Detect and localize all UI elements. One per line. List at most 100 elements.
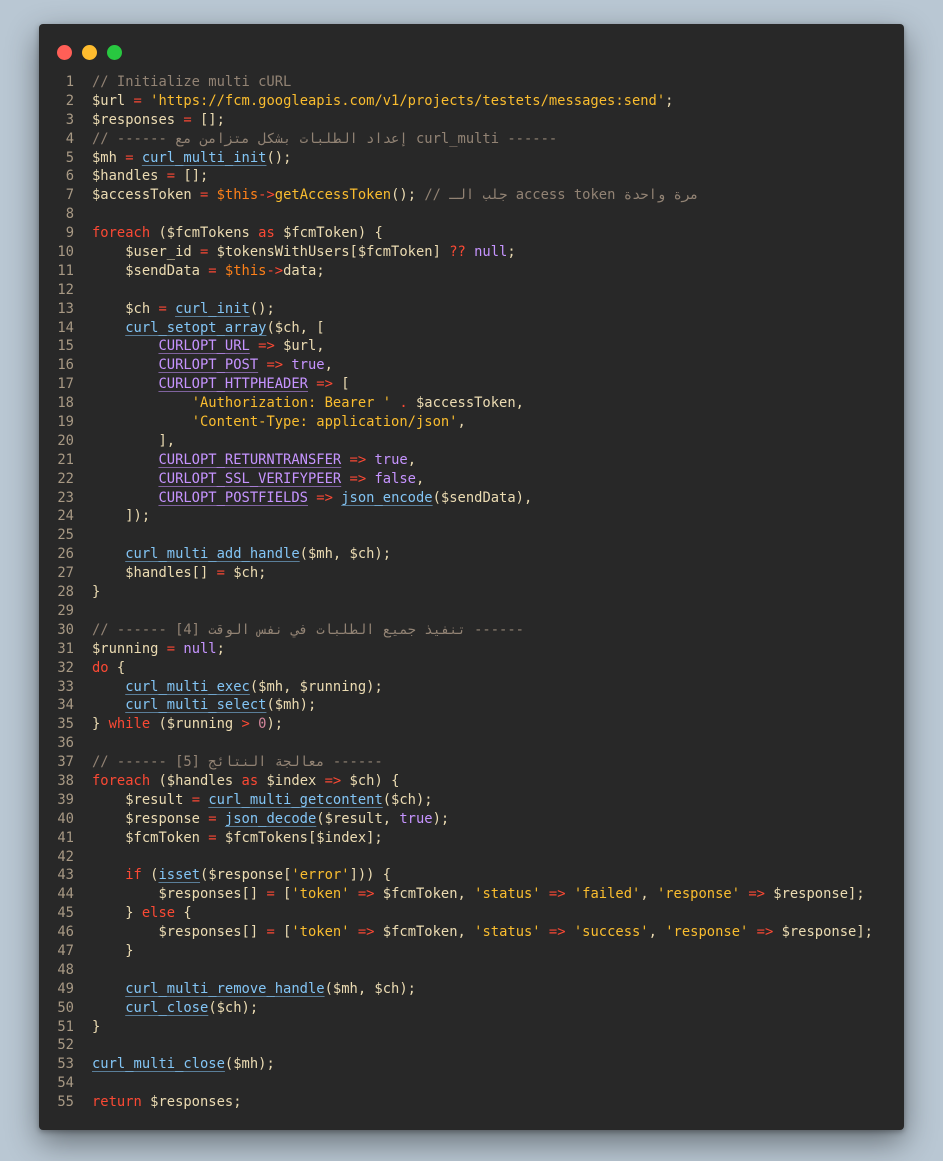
code-line: 3 $responses = []; bbox=[39, 111, 904, 130]
code-token: (); bbox=[249, 300, 275, 317]
code-text: CURLOPT_RETURNTRANSFER => true, bbox=[92, 452, 416, 468]
code-token: $tokensWithUsers[$fcmToken] bbox=[208, 244, 450, 261]
code-text: // ------ إعداد الطلبات بشكل متزامن مع c… bbox=[92, 131, 557, 147]
code-text: curl_multi_select($mh); bbox=[92, 697, 316, 713]
code-text: $handles = []; bbox=[92, 168, 208, 184]
code-token: 'https://fcm.googleapis.com/v1/projects/… bbox=[150, 92, 666, 109]
code-token: => bbox=[349, 470, 367, 487]
code-token: ])) { bbox=[349, 867, 392, 884]
line-number: 40 bbox=[57, 810, 74, 827]
code-token: = bbox=[266, 886, 275, 903]
code-line: 34 curl_multi_select($mh); bbox=[39, 696, 904, 715]
code-line: 7 $accessToken = $this->getAccessToken();… bbox=[39, 186, 904, 205]
code-line: 43 if (isset($response['error'])) { bbox=[39, 866, 904, 885]
code-line: 53 curl_multi_close($mh); bbox=[39, 1055, 904, 1074]
line-number: 13 bbox=[57, 300, 74, 317]
line-number: 23 bbox=[57, 489, 74, 506]
line-number: 17 bbox=[57, 376, 74, 393]
code-text: curl_multi_add_handle($mh, $ch); bbox=[92, 546, 391, 562]
code-token: 'token' bbox=[291, 924, 350, 941]
code-line: 27 $handles[] = $ch; bbox=[39, 564, 904, 583]
code-line: 33 curl_multi_exec($mh, $running); bbox=[39, 678, 904, 697]
line-number: 29 bbox=[57, 602, 74, 619]
code-text: $accessToken = $this->getAccessToken(); … bbox=[92, 187, 698, 203]
code-token: ); bbox=[432, 810, 450, 827]
code-token: $ch; bbox=[224, 565, 267, 582]
code-token: $responses[] bbox=[92, 924, 267, 941]
code-token: ?? bbox=[449, 244, 466, 261]
code-token: $user_id bbox=[92, 244, 200, 261]
code-token: data; bbox=[283, 262, 325, 279]
line-number: 34 bbox=[57, 697, 74, 714]
minimize-window-button[interactable] bbox=[82, 45, 97, 60]
code-token: 'failed' bbox=[573, 886, 641, 903]
code-line: 39 $result = curl_multi_getcontent($ch); bbox=[39, 791, 904, 810]
code-line: 6 $handles = []; bbox=[39, 167, 904, 186]
code-token: ($ch); bbox=[382, 791, 433, 808]
code-line: 23 CURLOPT_POSTFIELDS => json_encode($se… bbox=[39, 489, 904, 508]
code-token: 'error' bbox=[291, 867, 350, 884]
code-token: $fcmToken, bbox=[374, 886, 475, 903]
code-token: => bbox=[258, 338, 275, 355]
code-token: $responses[] bbox=[92, 886, 267, 903]
code-token: ( bbox=[141, 867, 159, 884]
line-number: 14 bbox=[57, 319, 74, 336]
code-token: ($fcmTokens bbox=[150, 225, 259, 242]
code-token: => bbox=[548, 924, 566, 941]
code-line: 38 foreach ($handles as $index => $ch) { bbox=[39, 772, 904, 791]
code-token: = bbox=[133, 92, 142, 109]
code-line: 47 } bbox=[39, 942, 904, 961]
code-text: CURLOPT_HTTPHEADER => [ bbox=[92, 376, 349, 392]
line-number: 52 bbox=[57, 1037, 74, 1054]
code-token: => bbox=[349, 451, 367, 468]
code-token: => bbox=[748, 886, 765, 903]
line-number: 21 bbox=[57, 451, 74, 468]
code-line: 10 $user_id = $tokensWithUsers[$fcmToken… bbox=[39, 243, 904, 262]
code-line: 12 bbox=[39, 281, 904, 300]
code-token: else bbox=[141, 905, 176, 922]
code-token: CURLOPT_SSL_VERIFYPEER bbox=[158, 470, 342, 487]
code-line: 4 // ------ إعداد الطلبات بشكل متزامن مع … bbox=[39, 130, 904, 149]
code-token: { bbox=[175, 905, 192, 922]
code-token: isset bbox=[158, 867, 201, 884]
code-token: => bbox=[357, 924, 375, 941]
code-token: curl_multi_add_handle bbox=[125, 546, 300, 563]
code-text: curl_multi_exec($mh, $running); bbox=[92, 679, 383, 695]
code-token: 'Authorization: Bearer ' bbox=[191, 395, 392, 412]
code-token: $ch bbox=[92, 300, 159, 317]
code-block: 1 // Initialize multi cURL 2 $url = 'https:… bbox=[39, 73, 904, 1112]
code-token: (); bbox=[266, 149, 292, 166]
code-token: = bbox=[208, 810, 217, 827]
code-text: $sendData = $this->data; bbox=[92, 262, 325, 279]
code-token: 'response' bbox=[656, 886, 741, 903]
line-number: 9 bbox=[65, 225, 74, 242]
line-number: 7 bbox=[65, 187, 74, 204]
code-token: curl_multi_getcontent bbox=[208, 791, 383, 808]
code-text: // Initialize multi cURL bbox=[92, 74, 291, 90]
code-token: foreach bbox=[92, 772, 151, 789]
code-text: foreach ($handles as $index => $ch) { bbox=[92, 773, 399, 789]
code-token: $index bbox=[258, 772, 325, 789]
code-token: $this bbox=[224, 262, 267, 279]
code-token: $responses bbox=[92, 111, 184, 128]
code-token: => bbox=[324, 772, 342, 789]
code-line: 36 bbox=[39, 734, 904, 753]
code-line: 48 bbox=[39, 961, 904, 980]
code-line: 49 curl_multi_remove_handle($mh, $ch); bbox=[39, 980, 904, 999]
close-window-button[interactable] bbox=[57, 45, 72, 60]
line-number: 53 bbox=[57, 1056, 74, 1073]
code-token: // ------ إعداد الطلبات بشكل متزامن مع c… bbox=[92, 130, 558, 147]
maximize-window-button[interactable] bbox=[107, 45, 122, 60]
code-line: 18 'Authorization: Bearer ' . $accessTok… bbox=[39, 394, 904, 413]
code-token: []; bbox=[175, 168, 209, 185]
